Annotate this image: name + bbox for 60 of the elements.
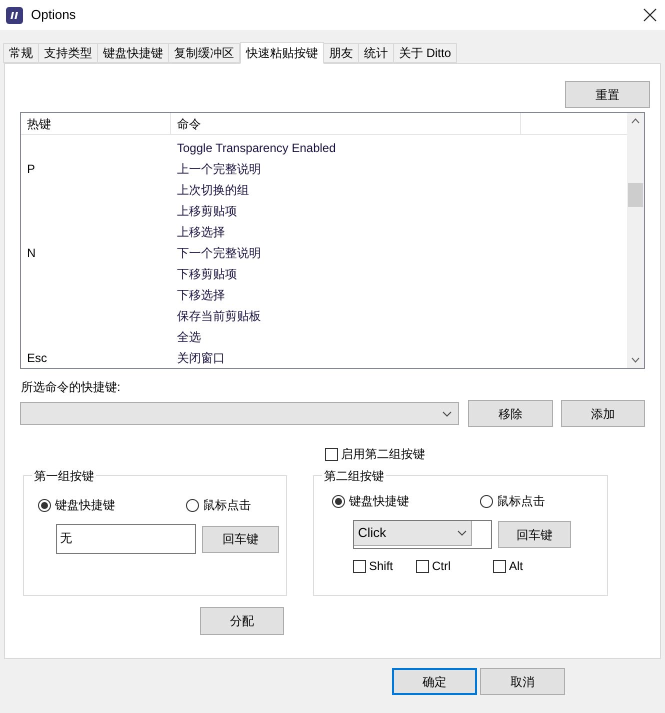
command-cell: 关闭窗口	[177, 350, 225, 364]
mouse-dropdown[interactable]: Click	[354, 521, 472, 546]
tab[interactable]: 朋友	[323, 43, 359, 63]
checkbox[interactable]	[325, 448, 338, 460]
tab[interactable]: 快速粘贴按键	[240, 42, 324, 64]
close-icon[interactable]	[643, 8, 657, 22]
chevron-down-icon	[457, 530, 467, 536]
command-cell: 上移剪贴项	[177, 204, 237, 218]
radio-label: 鼠标点击	[497, 493, 545, 510]
command-cell: Toggle Transparency Enabled	[177, 140, 336, 154]
modifier-label: Alt	[509, 558, 524, 575]
command-cell: 上移选择	[177, 224, 225, 238]
remove-button[interactable]: 移除	[468, 400, 553, 427]
checkbox[interactable]	[353, 560, 366, 572]
command-cell: 保存当前剪贴板	[177, 308, 261, 322]
radio-button[interactable]	[186, 498, 199, 512]
group-title: 第二组按键	[322, 467, 386, 485]
radio-button[interactable]	[480, 494, 493, 508]
chevron-down-icon	[442, 410, 452, 416]
enter-key-button[interactable]: 回车键	[498, 521, 571, 548]
command-cell: 下移剪贴项	[177, 266, 237, 280]
assign-button[interactable]: 分配	[200, 607, 284, 635]
command-cell: 下移选择	[177, 288, 225, 302]
cancel-button[interactable]: 取消	[480, 668, 565, 695]
command-cell: 上一个完整说明	[177, 162, 261, 176]
hotkey-cell: Esc	[27, 350, 48, 364]
tab[interactable]: 支持类型	[38, 43, 98, 63]
command-cell: 上次切换的组	[177, 182, 249, 196]
checkbox[interactable]	[493, 560, 506, 572]
tab[interactable]: 键盘快捷键	[97, 43, 169, 63]
reset-button[interactable]: 重置	[565, 81, 650, 108]
radio-label: 键盘快捷键	[349, 493, 409, 510]
column-header[interactable]: 热键	[21, 113, 171, 134]
tab[interactable]: 关于 Ditto	[393, 43, 458, 63]
modifier-label: Shift	[369, 558, 394, 575]
enter-key-button[interactable]: 回车键	[202, 526, 279, 552]
ok-button[interactable]: 确定	[392, 668, 477, 695]
radio-button[interactable]	[38, 498, 51, 512]
app-logo-icon	[6, 6, 23, 24]
hotkey-cell: N	[27, 246, 36, 260]
tab[interactable]: 常规	[3, 43, 39, 63]
add-button[interactable]: 添加	[560, 400, 645, 427]
group-title: 第一组按键	[32, 467, 96, 485]
column-header[interactable]: 命令	[171, 113, 521, 134]
radio-button[interactable]	[332, 494, 345, 508]
tab[interactable]: 复制缓冲区	[168, 43, 240, 63]
radio-label: 键盘快捷键	[55, 497, 115, 514]
scrollbar[interactable]	[627, 113, 644, 368]
radio-label: 鼠标点击	[203, 497, 251, 514]
checkbox-label: 启用第二组按键	[341, 446, 425, 463]
command-cell: 下一个完整说明	[177, 246, 261, 260]
checkbox[interactable]	[416, 560, 429, 572]
window-title: Options	[31, 6, 76, 24]
hotkey-cell: P	[27, 162, 36, 176]
modifier-label: Ctrl	[432, 558, 451, 575]
scrollbar-thumb[interactable]	[628, 183, 643, 207]
tab[interactable]: 统计	[358, 43, 394, 63]
hotkey-field[interactable]: 无	[56, 524, 196, 554]
command-cell: 全选	[177, 330, 201, 344]
field-label: 所选命令的快捷键:	[21, 379, 120, 396]
